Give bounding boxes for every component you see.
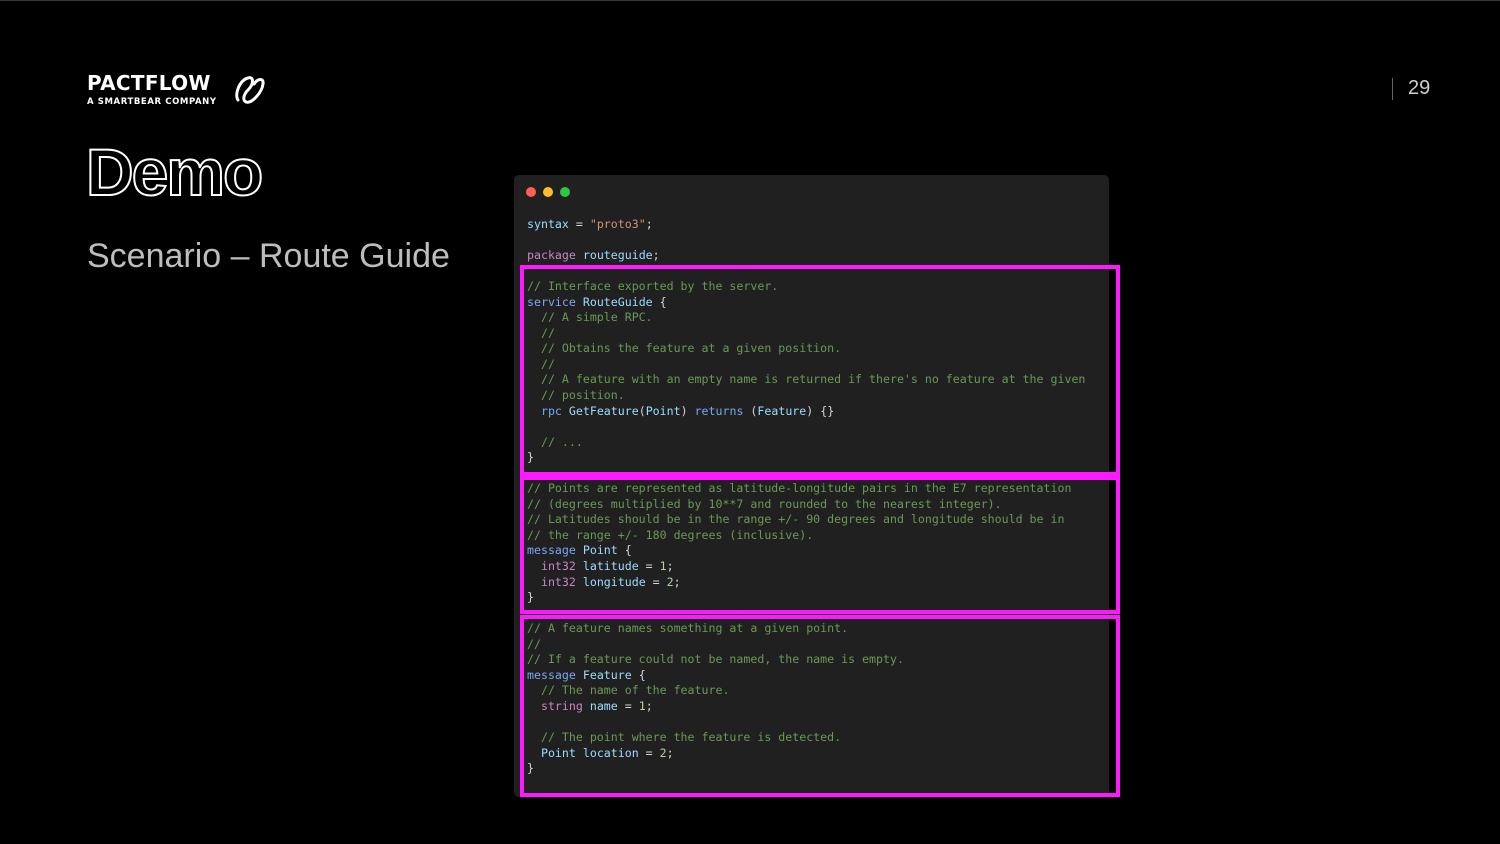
top-border bbox=[0, 0, 1500, 1]
page-number: 29 bbox=[1408, 77, 1431, 99]
maximize-window-icon[interactable] bbox=[560, 187, 570, 197]
slide-title: Demo bbox=[85, 134, 264, 210]
brand-tagline: A SMARTBEAR COMPANY bbox=[87, 97, 217, 107]
highlight-feature-message-block bbox=[520, 615, 1120, 797]
close-window-icon[interactable] bbox=[526, 187, 536, 197]
page-number-divider bbox=[1392, 78, 1393, 100]
highlight-point-message-block bbox=[520, 476, 1120, 614]
code-token: routeguide bbox=[575, 248, 653, 263]
minimize-window-icon[interactable] bbox=[543, 187, 553, 197]
code-token: = bbox=[568, 217, 590, 231]
brand-name: PACTFLOW bbox=[87, 71, 211, 95]
code-token: syntax bbox=[527, 217, 569, 231]
code-token: "proto3" bbox=[589, 217, 646, 231]
slide-subtitle: Scenario – Route Guide bbox=[87, 237, 450, 275]
code-token: package bbox=[527, 248, 576, 263]
code-token: ; bbox=[652, 248, 660, 263]
code-token: ; bbox=[645, 217, 653, 231]
pactflow-logo: PACTFLOW A SMARTBEAR COMPANY bbox=[87, 71, 265, 107]
code-line: syntax = "proto3"; bbox=[527, 217, 1085, 233]
code-line: package routeguide; bbox=[527, 248, 1085, 264]
highlight-service-block bbox=[520, 265, 1120, 476]
pactflow-mark-icon bbox=[235, 76, 265, 104]
